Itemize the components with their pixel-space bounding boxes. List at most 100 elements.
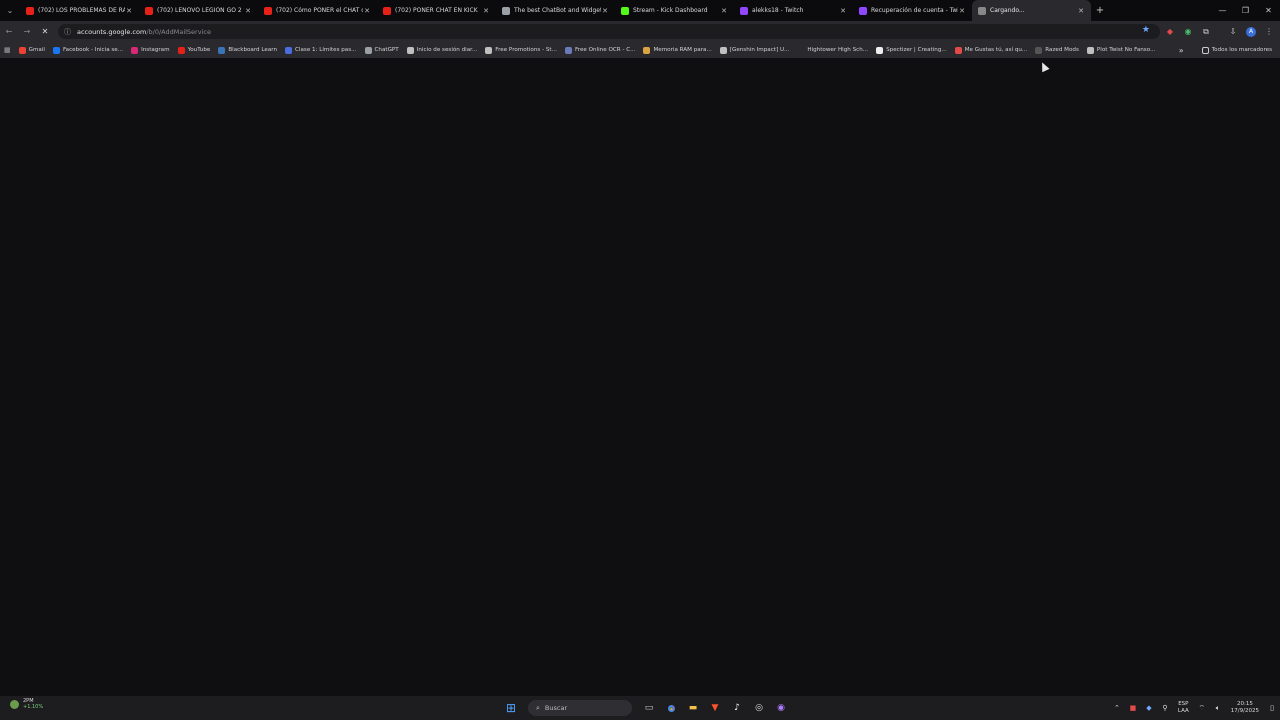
tiktok-icon[interactable]: ♪	[727, 698, 747, 718]
close-tab-icon[interactable]: ✕	[601, 7, 609, 15]
close-tab-icon[interactable]: ✕	[839, 7, 847, 15]
clock-time: 20:15	[1236, 701, 1253, 707]
bookmark-favicon-icon	[177, 46, 185, 54]
new-tab-button[interactable]: +	[1091, 0, 1109, 21]
bookmark-item[interactable]: Free Promotions - St...	[481, 42, 561, 58]
bookmark-item[interactable]: Spectizer | Creating...	[872, 42, 951, 58]
close-tab-icon[interactable]: ✕	[720, 7, 728, 15]
tab-title: Cargando...	[990, 7, 1025, 14]
clock[interactable]: 20:15 17/9/2025	[1226, 701, 1264, 715]
bookmark-label: Razed Mods	[1045, 47, 1079, 53]
bookmark-favicon-icon	[364, 46, 372, 54]
close-window-icon[interactable]: ✕	[1257, 0, 1280, 21]
close-tab-icon[interactable]: ✕	[958, 7, 966, 15]
bookmark-item[interactable]: Instagram	[127, 42, 173, 58]
back-button[interactable]: ←	[0, 21, 18, 42]
browser-tab[interactable]: (702) LOS PROBLEMAS DE RAG ✕	[20, 0, 139, 21]
tab-search-icon[interactable]: ⌄	[0, 0, 20, 21]
close-tab-icon[interactable]: ✕	[482, 7, 490, 15]
bookmark-star-icon[interactable]: ★	[1142, 25, 1150, 35]
bookmark-item[interactable]: Memoria RAM para...	[639, 42, 715, 58]
bookmark-label: Free Promotions - St...	[495, 47, 557, 53]
taskbar-search[interactable]: ⌕ Buscar	[528, 700, 632, 716]
start-icon[interactable]: ⊞	[501, 698, 521, 718]
twitch-app-icon[interactable]: ◉	[771, 698, 791, 718]
all-bookmarks-folder[interactable]: Todos los marcadores	[1198, 42, 1276, 58]
extensions-puzzle-icon[interactable]: ⧉	[1197, 21, 1215, 42]
apps-icon[interactable]: ▦	[0, 42, 15, 58]
bookmark-favicon-icon	[564, 46, 572, 54]
bookmark-label: Gmail	[28, 47, 45, 53]
site-info-icon[interactable]: ⓘ	[64, 27, 71, 37]
extension-icon[interactable]: ◆	[1161, 21, 1179, 42]
bookmark-favicon-icon	[797, 46, 805, 54]
bookmark-item[interactable]: Free Online OCR - C...	[561, 42, 639, 58]
bookmark-item[interactable]: Inicio de sesión diar...	[403, 42, 482, 58]
tray-app-icon[interactable]: ◆	[1141, 696, 1157, 720]
tray-app-icon[interactable]: ⚲	[1157, 696, 1173, 720]
extension-icon[interactable]: ◉	[1179, 21, 1197, 42]
menu-icon[interactable]: ⋮	[1260, 21, 1278, 42]
tab-title: Stream - Kick Dashboard	[633, 7, 708, 14]
close-tab-icon[interactable]: ✕	[244, 7, 252, 15]
file-explorer-icon[interactable]: ▬	[683, 698, 703, 718]
browser-tab[interactable]: (702) PONER CHAT EN KICK ✕	[377, 0, 496, 21]
close-tab-icon[interactable]: ✕	[1077, 7, 1085, 15]
bookmark-item[interactable]: [Genshin Impact] U...	[716, 42, 794, 58]
browser-tab[interactable]: (702) LENOVO LEGION GO 2 tu ✕	[139, 0, 258, 21]
bookmark-label: Plot Twist No Fanso...	[1096, 47, 1156, 53]
stop-loading-button[interactable]: ✕	[36, 21, 54, 42]
show-hidden-icons-icon[interactable]: ⌃	[1109, 696, 1125, 720]
forward-button[interactable]: →	[18, 21, 36, 42]
tray-app-icon[interactable]: ■	[1125, 696, 1141, 720]
task-view-icon[interactable]: ▭	[639, 698, 659, 718]
browser-tab[interactable]: The best ChatBot and Widgets ✕	[496, 0, 615, 21]
profile-avatar[interactable]: A	[1242, 21, 1260, 42]
bookmark-favicon-icon	[131, 46, 139, 54]
bookmarks-overflow-button[interactable]: »	[1175, 42, 1188, 58]
bookmark-favicon-icon	[406, 46, 414, 54]
weather-icon	[10, 699, 19, 709]
window-controls: — ❐ ✕	[1211, 0, 1280, 21]
notifications-icon[interactable]: ▯	[1264, 696, 1280, 720]
obs-icon[interactable]: ◎	[749, 698, 769, 718]
bookmark-label: Blackboard Learn	[228, 47, 278, 53]
bookmark-item[interactable]: Me Gustas tú, así qu...	[951, 42, 1032, 58]
weather-change: +1.10%	[23, 704, 44, 710]
bookmark-item[interactable]: Facebook - Inicia se...	[49, 42, 127, 58]
tab-strip: ⌄ (702) LOS PROBLEMAS DE RAG ✕ (702) LENOV…	[0, 0, 1280, 21]
restore-icon[interactable]: ❐	[1234, 0, 1257, 21]
bookmark-favicon-icon	[1035, 46, 1043, 54]
close-tab-icon[interactable]: ✕	[363, 7, 371, 15]
bookmark-item[interactable]: YouTube	[174, 42, 215, 58]
twitch-icon	[740, 6, 748, 15]
downloads-icon[interactable]: ⇩	[1224, 21, 1242, 42]
taskbar-center: ⊞ ⌕ Buscar ▭ ▬ ▼ ♪ ◎ ◉	[500, 696, 792, 720]
windows-taskbar: 2PM +1.10% ⊞ ⌕ Buscar ▭ ▬ ▼ ♪ ◎ ◉ ⌃ ■ ◆ …	[0, 696, 1280, 720]
weather-widget[interactable]: 2PM +1.10%	[10, 698, 43, 710]
folder-icon	[1201, 46, 1209, 54]
network-icon[interactable]: ⌔	[1194, 696, 1210, 720]
bookmark-item[interactable]: ChatGPT	[361, 42, 403, 58]
browser-tab[interactable]: alekks18 - Twitch ✕	[734, 0, 853, 21]
bookmark-item[interactable]: Gmail	[15, 42, 49, 58]
bookmark-favicon-icon	[18, 46, 26, 54]
volume-icon[interactable]: 🔈︎	[1210, 696, 1226, 720]
address-bar[interactable]: ⓘ accounts.google.com/b/0/AddMailService…	[58, 24, 1160, 39]
bookmark-item[interactable]: Clase 1: Límites pas...	[281, 42, 360, 58]
input-language[interactable]: ESP LAA	[1173, 701, 1194, 715]
minimize-icon[interactable]: —	[1211, 0, 1234, 21]
brave-icon[interactable]: ▼	[705, 698, 725, 718]
bookmark-item[interactable]: Hightower High Sch...	[793, 42, 872, 58]
bookmarks-right: » Todos los marcadores	[1175, 42, 1276, 58]
bookmark-item[interactable]: Blackboard Learn	[214, 42, 281, 58]
bookmark-favicon-icon	[218, 46, 226, 54]
browser-tab[interactable]: Recuperación de cuenta - Twit ✕	[853, 0, 972, 21]
chrome-icon[interactable]	[661, 698, 681, 718]
browser-tab[interactable]: Stream - Kick Dashboard ✕	[615, 0, 734, 21]
close-tab-icon[interactable]: ✕	[125, 7, 133, 15]
browser-tab[interactable]: (702) Cómo PONER el CHAT de ✕	[258, 0, 377, 21]
bookmark-item[interactable]: Plot Twist No Fanso...	[1083, 42, 1159, 58]
bookmark-item[interactable]: Razed Mods	[1031, 42, 1083, 58]
browser-tab[interactable]: Cargando... ✕	[972, 0, 1091, 21]
